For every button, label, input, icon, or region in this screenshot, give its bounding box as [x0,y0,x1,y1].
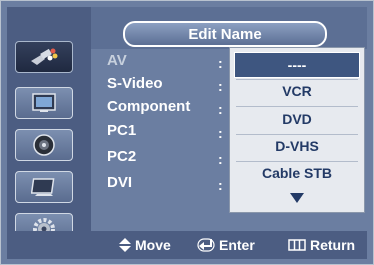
move-arrows-icon [119,238,131,252]
hint-move-label: Move [135,237,171,253]
tv-osd-screen: Edit Name AV : S-Video : Component : PC1… [0,0,374,265]
name-dropdown-list[interactable]: ---- VCR DVD D-VHS Cable STB [229,47,365,213]
input-plug-icon [31,48,58,65]
sidebar-item-channel[interactable] [15,171,73,203]
source-colon: : [218,78,223,94]
source-colon: : [218,125,223,141]
source-colon: : [218,151,223,167]
source-label-s-video[interactable]: S-Video [107,75,163,92]
dropdown-option-cable-stb[interactable]: Cable STB [230,160,364,186]
dropdown-option-dvd[interactable]: DVD [230,106,364,132]
hint-move: Move [119,237,171,253]
source-label-av[interactable]: AV [107,52,127,69]
hint-return-label: Return [310,237,356,253]
source-label-dvi[interactable]: DVI [107,174,132,191]
down-arrow-icon[interactable] [288,191,306,205]
source-colon: : [218,177,223,193]
hint-enter: Enter [197,237,255,253]
sidebar-item-input[interactable] [15,41,73,73]
hint-enter-label: Enter [219,237,255,253]
dropdown-option-vcr[interactable]: VCR [230,78,364,104]
source-colon: : [218,101,223,117]
sidebar-item-picture[interactable] [15,87,73,119]
source-label-component[interactable]: Component [107,98,190,115]
dropdown-option-selected[interactable]: ---- [234,52,360,78]
sound-icon [33,134,55,156]
return-icon [288,239,306,251]
channel-icon [31,178,55,196]
source-label-pc1[interactable]: PC1 [107,122,136,139]
picture-icon [32,93,56,112]
enter-icon [197,238,215,252]
dropdown-option-d-vhs[interactable]: D-VHS [230,133,364,159]
sidebar-item-sound[interactable] [15,129,73,161]
source-colon: : [218,55,223,71]
source-label-pc2[interactable]: PC2 [107,148,136,165]
hint-return: Return [288,237,355,253]
page-title: Edit Name [123,21,327,47]
